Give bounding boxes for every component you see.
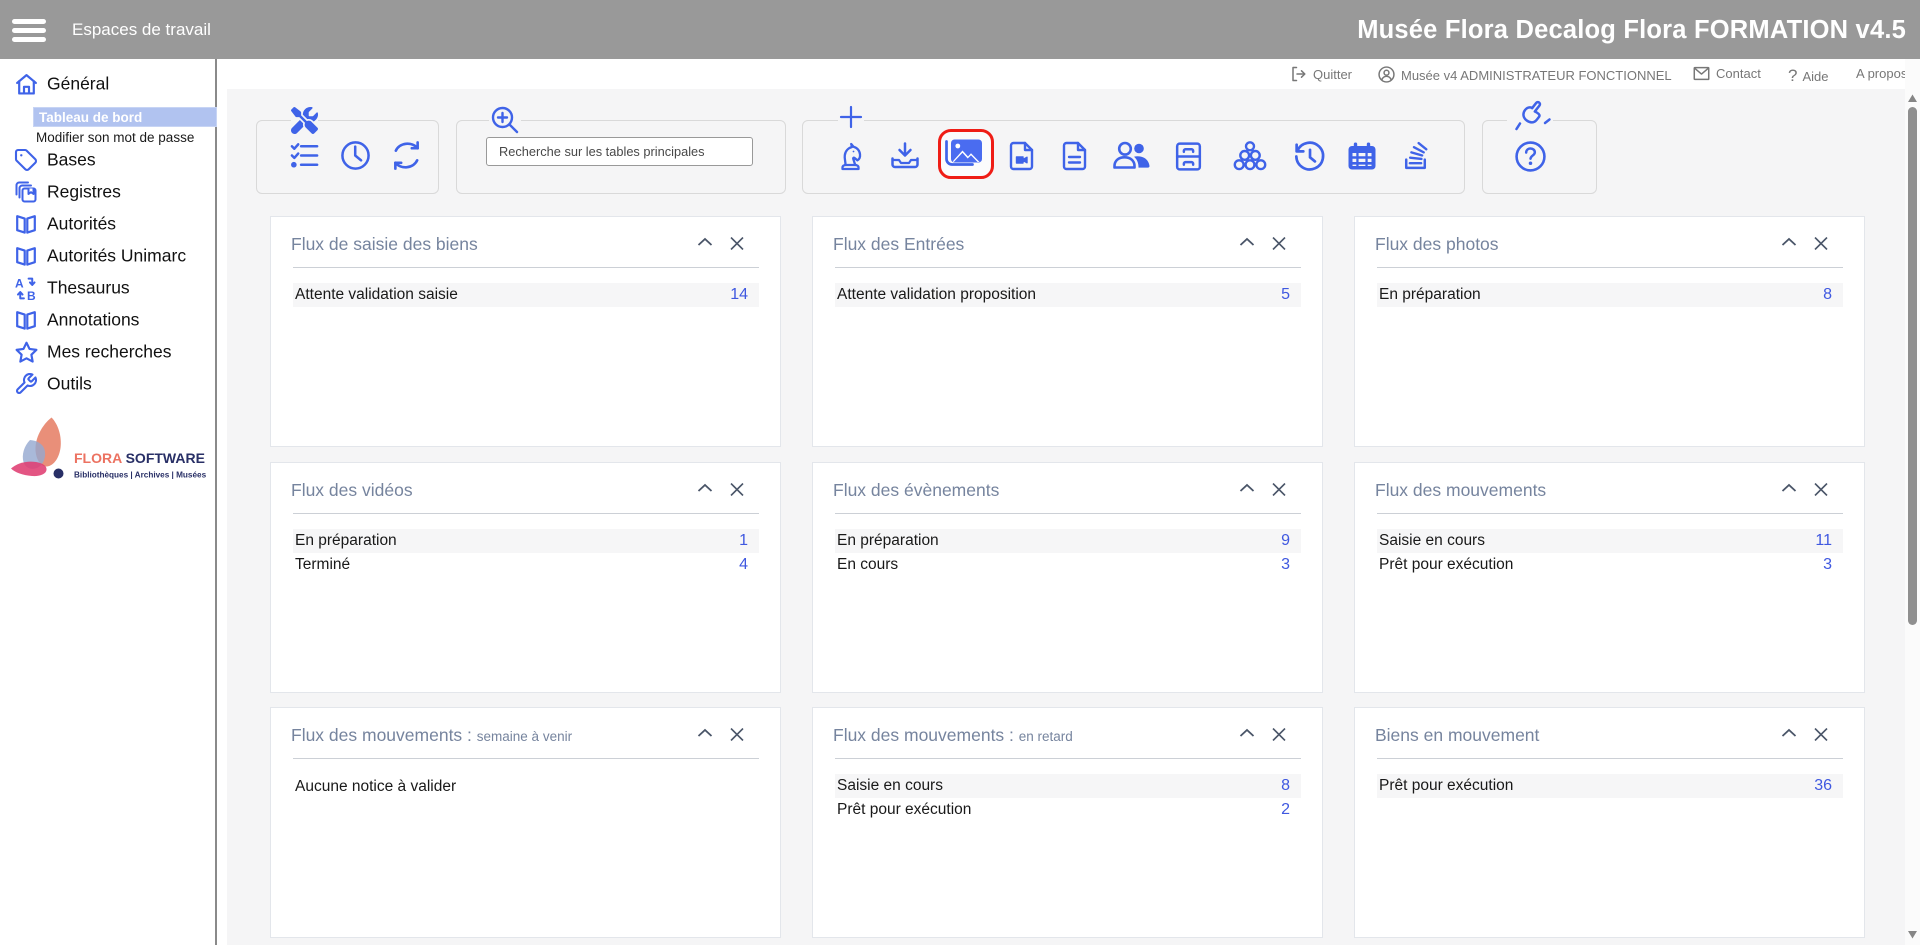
svg-text:B: B xyxy=(27,289,36,301)
svg-text:Bibliothèques | Archives | Mus: Bibliothèques | Archives | Musées xyxy=(74,471,207,480)
svg-text:FLORA SOFTWARE: FLORA SOFTWARE xyxy=(74,450,205,466)
svg-text:A: A xyxy=(15,276,24,290)
